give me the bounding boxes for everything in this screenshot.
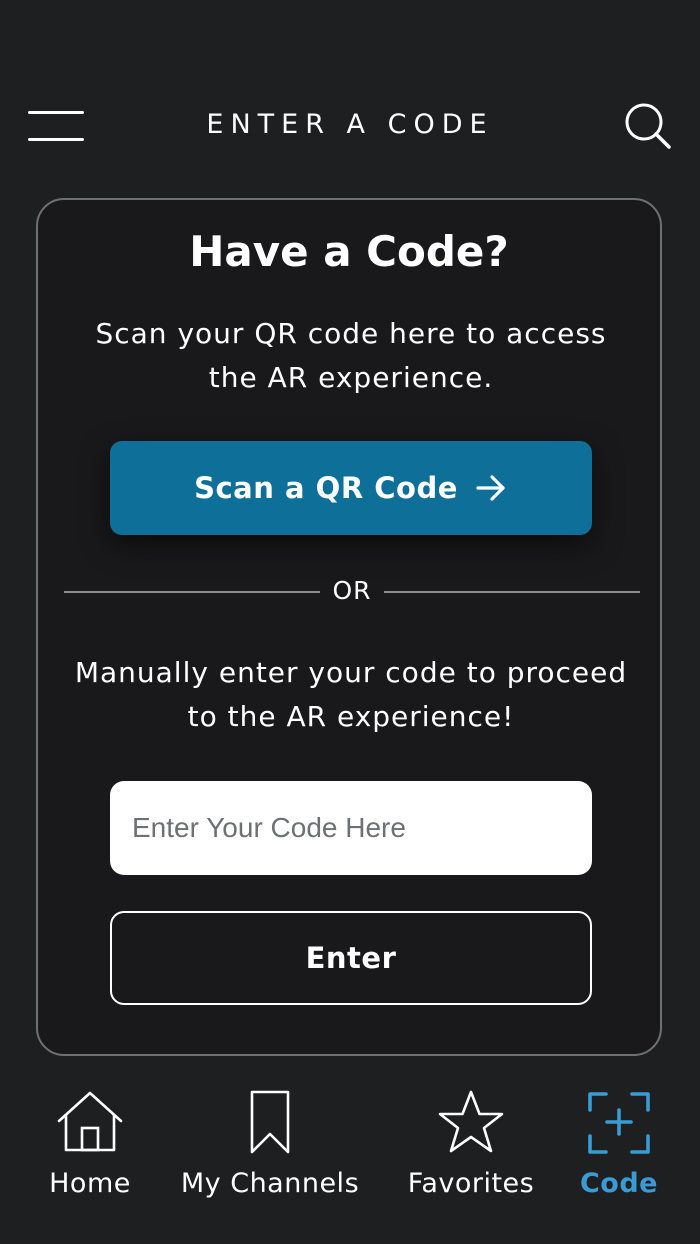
enter-button-label: Enter — [305, 941, 397, 975]
scan-code-icon — [588, 1092, 650, 1154]
tab-home-label: Home — [49, 1168, 131, 1199]
scan-instructions: Scan your QR code here to access the AR … — [95, 317, 607, 394]
or-divider: OR — [64, 574, 640, 608]
scan-qr-button[interactable]: Scan a QR Code — [110, 441, 592, 535]
bottom-tab-bar: Home My Channels Favorites Code — [0, 1080, 700, 1244]
top-header: ENTER A CODE — [0, 90, 700, 160]
bookmark-icon — [250, 1090, 290, 1154]
search-icon — [625, 103, 671, 149]
tab-my-channels[interactable]: My Channels — [170, 1088, 370, 1208]
divider-text: OR — [332, 576, 372, 605]
divider-line-left — [64, 591, 320, 593]
tab-code[interactable]: Code — [566, 1088, 672, 1208]
home-icon — [57, 1091, 123, 1152]
tab-favorites[interactable]: Favorites — [398, 1088, 544, 1208]
manual-instructions: Manually enter your code to proceed to t… — [74, 656, 628, 733]
star-icon — [438, 1090, 504, 1153]
card-title: Have a Code? — [189, 227, 509, 276]
divider-line-right — [384, 591, 640, 593]
code-input[interactable] — [110, 781, 592, 875]
page-title: ENTER A CODE — [206, 109, 494, 140]
enter-button[interactable]: Enter — [110, 911, 592, 1005]
tab-favorites-label: Favorites — [407, 1168, 535, 1199]
code-card: Have a Code? Scan your QR code here to a… — [36, 198, 662, 1056]
search-button[interactable] — [622, 100, 674, 152]
tab-my-channels-label: My Channels — [180, 1168, 360, 1199]
tab-code-label: Code — [579, 1168, 658, 1199]
arrow-right-icon — [476, 475, 505, 501]
tab-home[interactable]: Home — [28, 1088, 152, 1208]
scan-qr-button-label: Scan a QR Code — [194, 471, 458, 505]
